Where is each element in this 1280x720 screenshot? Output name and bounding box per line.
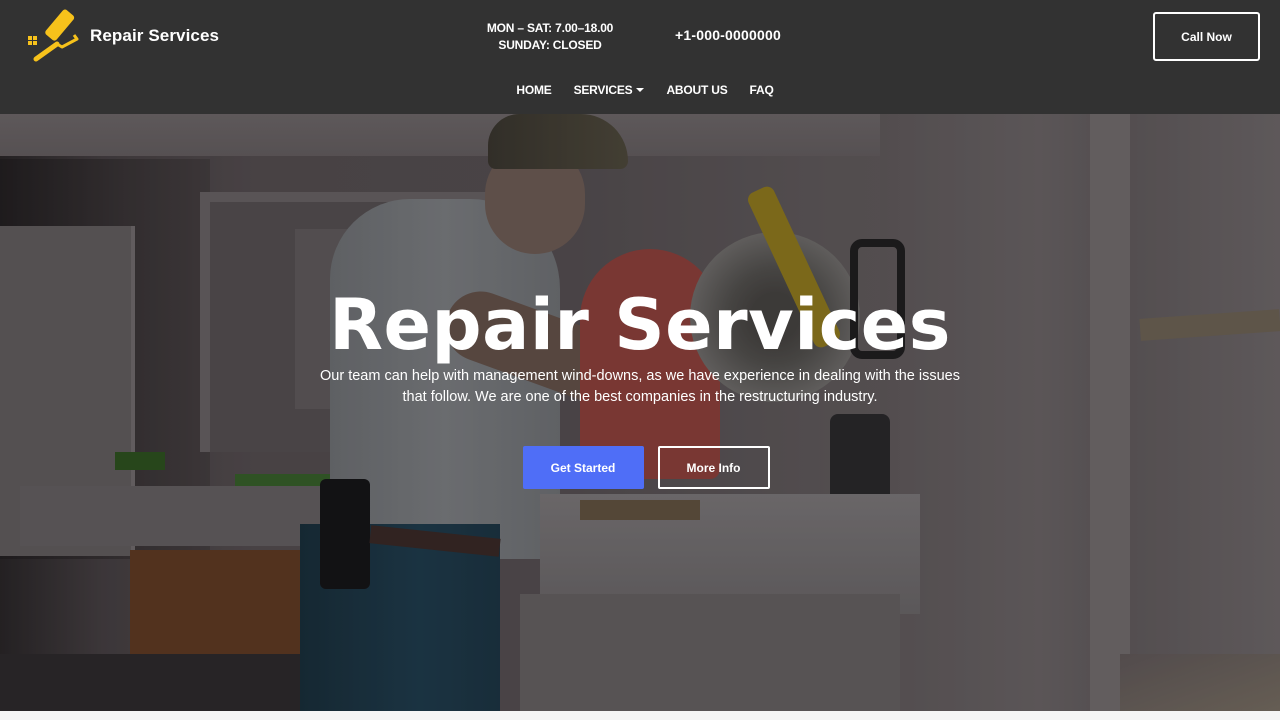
call-now-button[interactable]: Call Now (1153, 12, 1260, 61)
hero-section: Repair Services Our team can help with m… (0, 114, 1280, 711)
phone-number[interactable]: +1-000-0000000 (675, 27, 781, 43)
hours-weekdays: MON – SAT: 7.00–18.00 (486, 21, 614, 35)
nav-item-label: HOME (516, 83, 552, 97)
nav-item-home[interactable]: HOME (516, 83, 551, 97)
hours-sunday: SUNDAY: CLOSED (498, 38, 602, 52)
hero-subtitle-line1: Our team can help with management wind-d… (320, 368, 960, 384)
paint-roller-icon (28, 9, 79, 62)
caret-down-icon (636, 88, 645, 92)
business-hours: MON – SAT: 7.00–18.00 SUNDAY: CLOSED (466, 20, 634, 54)
hero-buttons: Get Started More Info (0, 446, 1280, 489)
hero-subtitle-line2: that follow. We are one of the best comp… (402, 389, 878, 405)
nav-item-about-us[interactable]: ABOUT US (666, 83, 727, 97)
nav-item-label: ABOUT US (666, 83, 728, 97)
nav-item-label: FAQ (749, 83, 774, 97)
get-started-button[interactable]: Get Started (522, 446, 644, 489)
hero-title: Repair Services (329, 284, 951, 366)
nav-item-faq[interactable]: FAQ (750, 83, 774, 97)
hero-subtitle: Our team can help with management wind-d… (300, 366, 980, 408)
brand-logo[interactable]: Repair Services (24, 9, 220, 62)
nav-item-label: SERVICES (573, 83, 633, 97)
brand-name: Repair Services (90, 26, 220, 45)
main-nav: HOME SERVICES ABOUT US FAQ (0, 82, 1280, 98)
site-header: Repair Services MON – SAT: 7.00–18.00 SU… (0, 0, 1280, 114)
page-bottom-edge (0, 711, 1280, 720)
nav-item-services[interactable]: SERVICES (574, 83, 645, 97)
more-info-button[interactable]: More Info (657, 446, 770, 489)
hero-content: Repair Services Our team can help with m… (0, 114, 1280, 711)
